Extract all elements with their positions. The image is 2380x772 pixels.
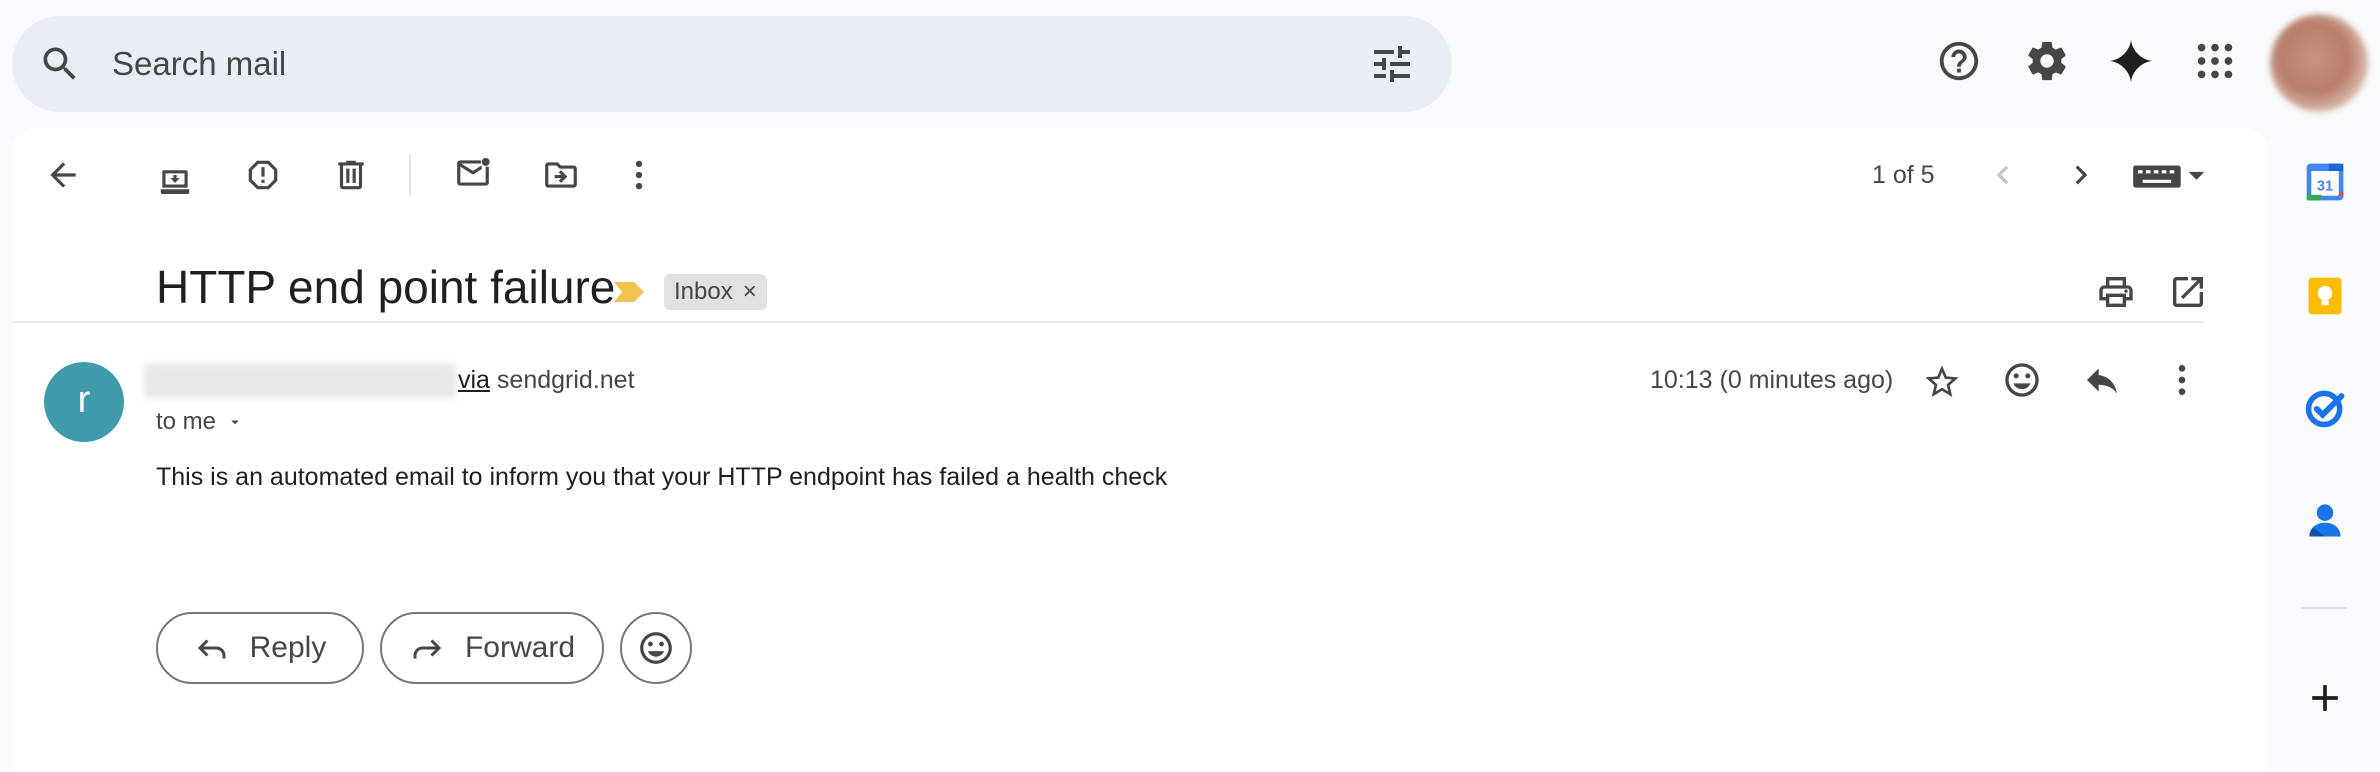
pager-count: 1 of 5 (1872, 161, 1935, 189)
recipient-details[interactable]: to me (156, 408, 244, 436)
search-input[interactable]: Search mail (112, 16, 286, 112)
archive-icon[interactable] (156, 156, 194, 194)
search-options-icon[interactable] (1368, 40, 1416, 88)
toolbar-divider (409, 154, 411, 196)
email-subject: HTTP end point failure (156, 261, 616, 313)
account-avatar[interactable] (2270, 14, 2368, 112)
older-chevron-icon[interactable] (2062, 156, 2100, 194)
contacts-icon[interactable] (2303, 498, 2347, 542)
email-panel: 1 of 5 HTTP end point failure Inbox × r … (12, 128, 2268, 772)
via-link[interactable]: via (458, 366, 490, 394)
forward-button[interactable]: Forward (380, 612, 604, 684)
email-timestamp: 10:13 (0 minutes ago) (1650, 366, 1894, 394)
react-emoji-button[interactable] (620, 612, 692, 684)
input-tools-keyboard-icon[interactable] (2128, 156, 2208, 194)
remove-label-icon[interactable]: × (743, 274, 757, 310)
message-more-vert-icon[interactable] (2162, 360, 2202, 400)
reply-label: Reply (249, 631, 327, 664)
recipient-text: to me (156, 408, 217, 435)
mark-unread-icon[interactable] (454, 154, 492, 192)
search-bar[interactable]: Search mail (12, 16, 1452, 112)
calendar-icon[interactable]: 31 (2303, 160, 2347, 204)
label-chip-inbox[interactable]: Inbox × (664, 274, 767, 310)
email-body: This is an automated email to inform you… (156, 463, 1168, 491)
star-icon[interactable] (1922, 362, 1962, 402)
tasks-icon[interactable] (2303, 386, 2347, 430)
emoji-icon (640, 632, 672, 664)
gemini-icon[interactable] (2108, 38, 2154, 84)
report-spam-icon[interactable] (244, 156, 282, 194)
keep-icon[interactable] (2303, 274, 2347, 318)
move-to-icon[interactable] (542, 156, 580, 194)
more-vert-icon[interactable] (620, 156, 658, 194)
reply-arrow-icon (197, 639, 226, 659)
support-icon[interactable] (1936, 38, 1982, 84)
settings-icon[interactable] (2024, 38, 2070, 84)
label-chip-text: Inbox (674, 278, 733, 305)
back-arrow-icon[interactable] (44, 156, 82, 194)
calendar-day: 31 (2317, 178, 2333, 194)
print-icon[interactable] (2096, 272, 2136, 312)
importance-marker-icon[interactable] (614, 280, 644, 304)
newer-chevron-icon[interactable] (1984, 156, 2022, 194)
delete-icon[interactable] (332, 156, 370, 194)
search-icon[interactable] (38, 42, 82, 86)
sender-name-redacted[interactable] (144, 364, 456, 398)
add-addon-icon[interactable] (2303, 676, 2347, 720)
open-new-window-icon[interactable] (2168, 272, 2208, 312)
add-reaction-icon[interactable] (2002, 360, 2042, 400)
chevron-down-icon[interactable] (226, 413, 244, 431)
via-domain: sendgrid.net (496, 366, 635, 394)
reply-icon[interactable] (2082, 360, 2122, 400)
sender-via: via sendgrid.net (458, 366, 635, 395)
side-panel-divider (2302, 607, 2346, 609)
sender-avatar[interactable]: r (44, 362, 124, 442)
apps-grid-icon[interactable] (2192, 38, 2238, 84)
forward-label: Forward (464, 631, 576, 664)
subject-divider (12, 321, 2204, 323)
reply-button[interactable]: Reply (156, 612, 364, 684)
forward-arrow-icon (413, 639, 442, 659)
